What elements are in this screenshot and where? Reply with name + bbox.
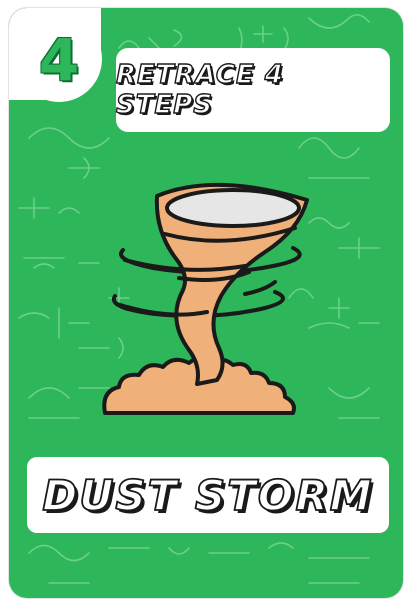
game-card[interactable]: 4 RETRACE 4 STEPS DUST STORM — [9, 8, 403, 598]
card-number: 4 — [38, 26, 80, 94]
card-title: DUST STORM — [41, 470, 374, 521]
instruction-panel: RETRACE 4 STEPS — [115, 48, 390, 132]
title-panel: DUST STORM — [27, 457, 389, 533]
tornado-icon — [102, 182, 309, 415]
instruction-text: RETRACE 4 STEPS — [115, 59, 284, 120]
